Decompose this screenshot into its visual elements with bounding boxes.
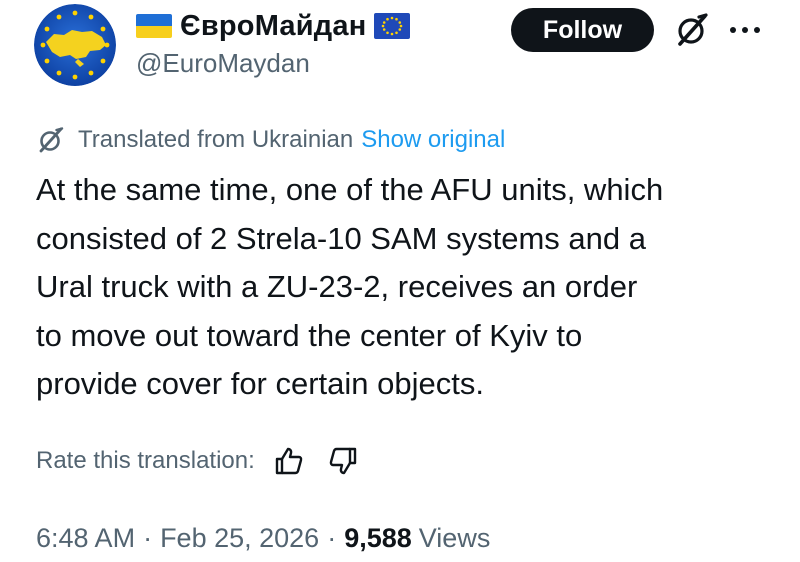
user-handle[interactable]: @EuroMaydan (136, 48, 310, 79)
tweet-text-line: Ural truck with a ZU-23-2, receives an o… (36, 269, 638, 304)
rate-translation-row: Rate this translation: (36, 441, 359, 481)
rate-translation-label: Rate this translation: (36, 447, 255, 474)
show-original-link[interactable]: Show original (361, 126, 505, 154)
translated-from-label: Translated from Ukrainian (78, 126, 354, 153)
display-name-text: ЄвроМайдан (180, 9, 367, 42)
avatar[interactable] (34, 4, 116, 86)
follow-button[interactable]: Follow (511, 8, 654, 52)
eu-flag-icon (374, 13, 411, 39)
tweet-text-line: to move out toward the center of Kyiv to (36, 317, 583, 353)
tweet-date[interactable]: Feb 25, 2026 (160, 523, 319, 554)
ukraine-flag-icon (136, 14, 172, 38)
separator-dot: · (143, 522, 153, 553)
display-name[interactable]: ЄвроМайдан (136, 6, 411, 46)
tweet-text-line: At the same time, one of the AFU units, … (36, 172, 664, 207)
tweet-meta: 6:48 AM · Feb 25, 2026 · 9,588 Views (36, 518, 490, 558)
tweet-time[interactable]: 6:48 AM (36, 523, 135, 554)
separator-dot: · (327, 522, 337, 553)
tweet-text: At the same time, one of the AFU units, … (36, 166, 776, 409)
euromaydan-avatar-icon (34, 4, 116, 86)
thumbs-up-icon[interactable] (273, 445, 305, 477)
thumbs-down-icon[interactable] (327, 445, 359, 477)
tweet-text-line: consisted of 2 Strela-10 SAM systems and… (36, 220, 646, 256)
more-icon[interactable] (722, 12, 768, 48)
tweet-text-line: provide cover for certain objects. (36, 366, 484, 401)
grok-icon[interactable] (672, 10, 712, 50)
grok-translate-icon (36, 125, 66, 155)
views-count: 9,588 (344, 522, 412, 553)
translation-notice: Translated from Ukrainian Show original (36, 124, 505, 156)
views-label: Views (418, 522, 491, 553)
